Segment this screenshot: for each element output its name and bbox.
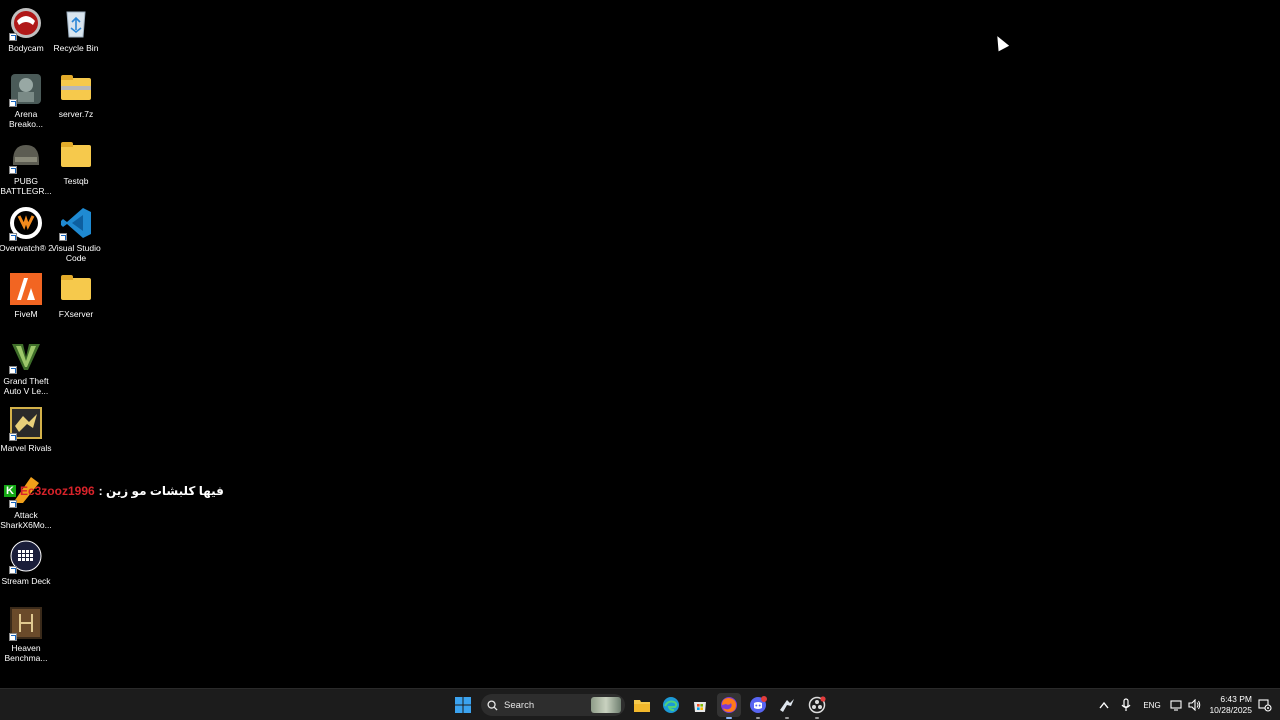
desktop-icon-recycle-bin[interactable]: Recycle Bin	[50, 2, 102, 53]
desktop-icon-overwatch[interactable]: Overwatch® 2	[0, 202, 53, 253]
start-button[interactable]	[451, 693, 475, 717]
vscode-icon	[59, 206, 93, 241]
taskbar-steam[interactable]	[775, 693, 799, 719]
shortcut-arrow-icon	[9, 633, 17, 641]
shortcut-arrow-icon	[9, 566, 17, 574]
file-explorer-icon	[634, 700, 650, 712]
desktop-icon-bodycam[interactable]: Bodycam	[0, 2, 52, 53]
start-icon	[455, 697, 471, 713]
desktop-icon-label: Stream Deck	[1, 576, 51, 586]
discord-icon	[750, 696, 767, 713]
stream-chat-overlay: K Ec3zooz1996 فيها كلبشات مو زين :	[4, 480, 224, 502]
shortcut-arrow-icon	[9, 33, 17, 41]
desktop-icon-label: Heaven Benchma...	[4, 643, 48, 663]
shortcut-arrow-icon	[59, 233, 67, 241]
clock-time: 6:43 PM	[1220, 694, 1252, 704]
shortcut-arrow-icon	[9, 166, 17, 174]
desktop-icon-stream-deck[interactable]: Stream Deck	[0, 535, 52, 586]
overwatch-icon	[9, 206, 43, 241]
notification-settings-icon	[1258, 699, 1272, 712]
heaven-benchmark-icon	[9, 606, 43, 641]
fivem-icon	[9, 272, 43, 306]
taskbar-firefox[interactable]	[717, 693, 741, 719]
firefox-icon	[721, 697, 737, 713]
tray-notifications[interactable]	[1254, 693, 1276, 717]
chat-badge: K	[4, 485, 16, 497]
shortcut-arrow-icon	[9, 99, 17, 107]
search-icon	[487, 699, 498, 711]
tray-volume[interactable]	[1185, 693, 1203, 717]
taskbar-clock[interactable]: 6:43 PM 10/28/2025	[1204, 694, 1252, 716]
desktop[interactable]: Bodycam Arena Breako... PUBG BATTLEGR...	[0, 0, 1280, 688]
marvel-rivals-icon	[9, 406, 43, 441]
desktop-icon-label: Arena Breako...	[8, 109, 44, 129]
chevron-up-icon	[1099, 701, 1109, 709]
search-label: Search	[504, 699, 535, 711]
desktop-icon-marvel-rivals[interactable]: Marvel Rivals	[0, 402, 52, 453]
recycle-bin-icon	[59, 6, 93, 40]
desktop-icon-server-7z[interactable]: server.7z	[50, 68, 102, 119]
language-label: ENG	[1143, 700, 1161, 710]
taskbar-edge[interactable]	[659, 693, 683, 717]
folder-icon	[59, 139, 93, 173]
network-icon	[1170, 700, 1182, 711]
desktop-icon-label: Marvel Rivals	[0, 443, 52, 453]
desktop-icon-label: server.7z	[58, 109, 94, 119]
desktop-icon-label: Grand Theft Auto V Le...	[3, 376, 49, 396]
edge-icon	[663, 697, 679, 713]
chat-message: فيها كلبشات مو زين :	[98, 484, 224, 498]
desktop-icon-label: Recycle Bin	[53, 43, 99, 53]
taskbar: Search ENG 6:43 PM 10/28/2025	[0, 688, 1280, 720]
taskbar-search[interactable]: Search	[481, 694, 625, 716]
desktop-icon-label: Visual Studio Code	[51, 243, 101, 263]
shortcut-arrow-icon	[9, 366, 17, 374]
shortcut-arrow-icon	[9, 433, 17, 441]
tray-network[interactable]	[1167, 693, 1185, 717]
desktop-icon-label: Bodycam	[8, 43, 44, 53]
chat-username: Ec3zooz1996	[19, 484, 95, 498]
taskbar-obs[interactable]	[805, 693, 829, 719]
desktop-icon-testqb[interactable]: Testqb	[50, 135, 102, 186]
desktop-icon-heaven-benchmark[interactable]: Heaven Benchma...	[0, 602, 52, 663]
taskbar-file-explorer[interactable]	[630, 693, 654, 717]
microsoft-store-icon	[694, 702, 706, 712]
desktop-icon-pubg[interactable]: PUBG BATTLEGR...	[0, 135, 52, 196]
tray-microphone[interactable]	[1115, 693, 1137, 717]
desktop-icon-fivem[interactable]: FiveM	[0, 268, 52, 319]
shortcut-arrow-icon	[9, 233, 17, 241]
folder-icon	[59, 272, 93, 306]
stream-deck-icon	[9, 539, 43, 574]
tray-language[interactable]: ENG	[1140, 693, 1164, 717]
desktop-icon-gta-v[interactable]: Grand Theft Auto V Le...	[0, 335, 52, 396]
taskbar-microsoft-store[interactable]	[688, 693, 712, 717]
tray-overflow-button[interactable]	[1093, 693, 1115, 717]
gta-v-icon	[9, 339, 43, 374]
search-highlight-icon	[591, 697, 621, 713]
bodycam-icon	[9, 6, 43, 41]
clock-date: 10/28/2025	[1209, 705, 1252, 715]
arena-breakout-icon	[9, 72, 43, 107]
zip-folder-icon	[59, 72, 93, 106]
desktop-icon-label: FiveM	[14, 309, 38, 319]
obs-icon	[808, 696, 826, 714]
pubg-helmet-icon	[9, 139, 43, 174]
desktop-icon-label: PUBG BATTLEGR...	[0, 176, 52, 196]
desktop-icon-label: Overwatch® 2	[0, 243, 53, 253]
steam-icon	[780, 699, 794, 712]
volume-icon	[1187, 699, 1200, 711]
taskbar-discord[interactable]	[746, 693, 770, 719]
desktop-icon-label: Attack SharkX6Mo...	[0, 510, 52, 530]
mouse-cursor-icon	[992, 33, 1010, 52]
desktop-icon-label: Testqb	[63, 176, 89, 186]
desktop-icon-vscode[interactable]: Visual Studio Code	[50, 202, 102, 263]
microphone-icon	[1121, 698, 1131, 711]
desktop-icon-label: FXserver	[58, 309, 94, 319]
desktop-icon-fxserver[interactable]: FXserver	[50, 268, 102, 319]
desktop-icon-arena-breakout[interactable]: Arena Breako...	[0, 68, 52, 129]
